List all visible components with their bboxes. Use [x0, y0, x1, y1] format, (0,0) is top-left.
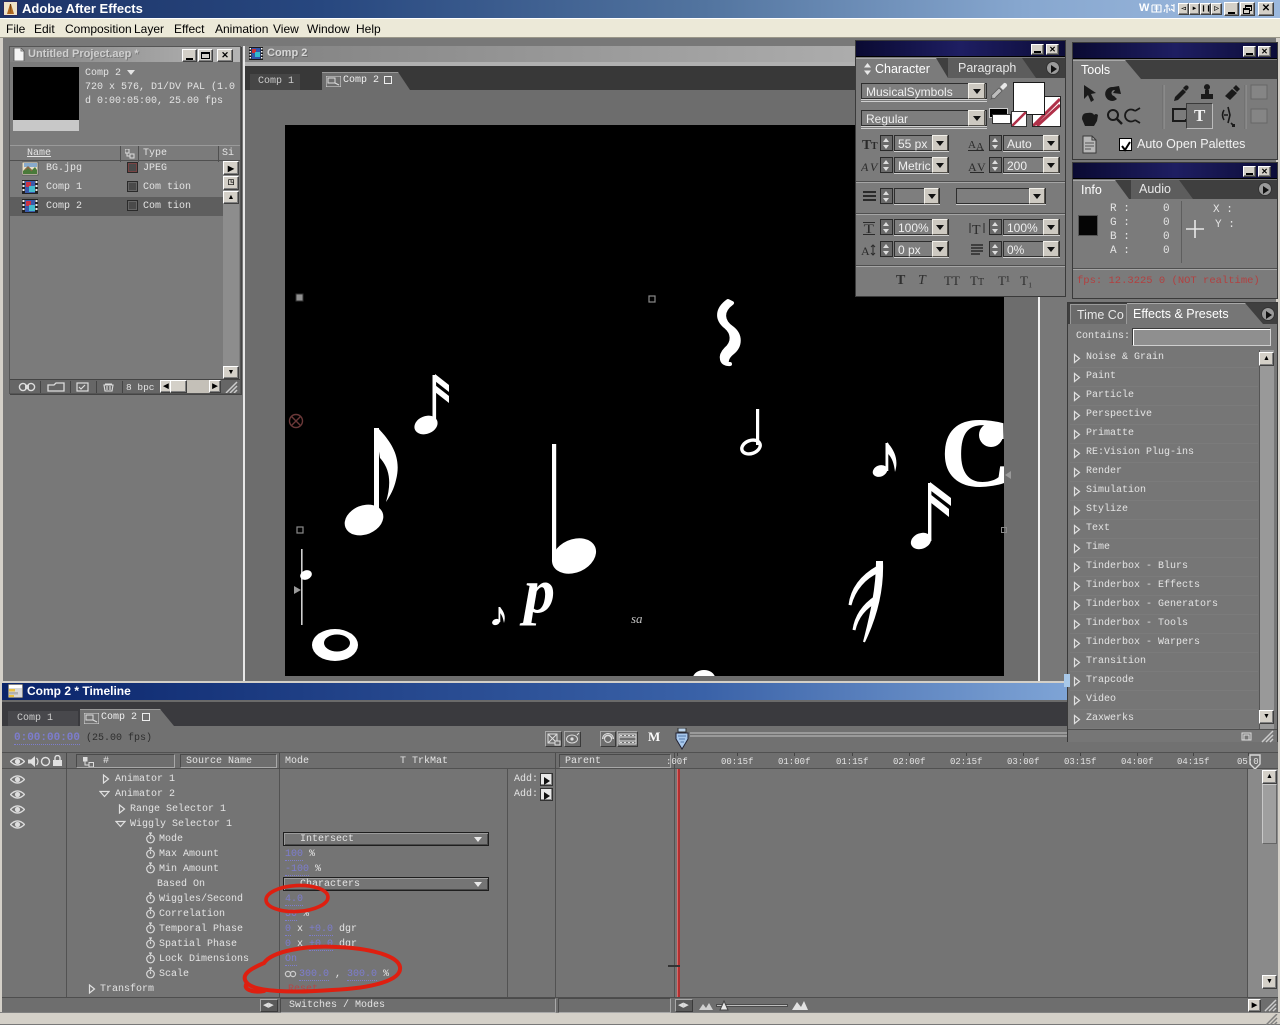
- svg-text:A: A: [968, 160, 977, 173]
- svg-text:T: T: [864, 223, 874, 235]
- svg-text:A: A: [968, 139, 976, 151]
- svg-text:sa: sa: [631, 611, 643, 626]
- svg-text:V: V: [977, 160, 986, 173]
- svg-text:A: A: [861, 160, 869, 173]
- svg-text:V: V: [870, 160, 879, 173]
- svg-text:p: p: [519, 558, 555, 626]
- svg-text:T: T: [871, 141, 878, 151]
- svg-text:A: A: [976, 141, 984, 151]
- svg-text:A: A: [861, 244, 870, 258]
- svg-text:C: C: [940, 397, 1004, 508]
- svg-text:T: T: [972, 223, 981, 235]
